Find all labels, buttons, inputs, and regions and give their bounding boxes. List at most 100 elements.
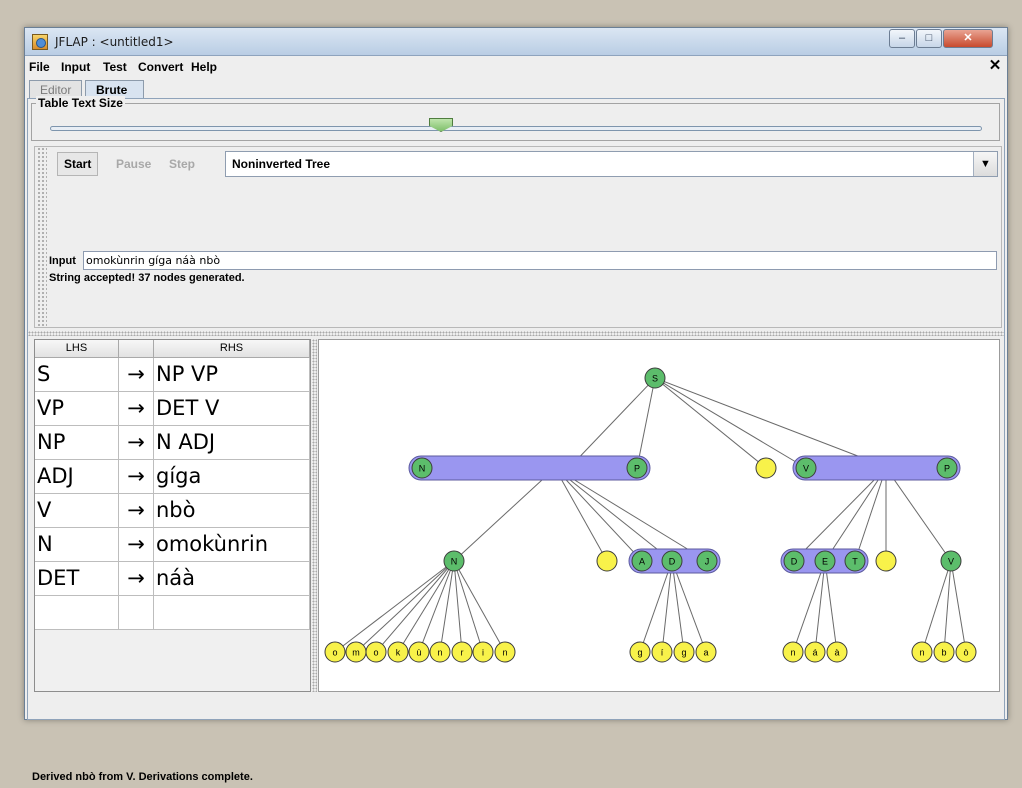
tree-node-empty <box>596 550 618 572</box>
tree-leaf-n-label: k <box>396 648 401 658</box>
tree-node-adj-label: A <box>639 557 645 567</box>
close-tab-icon[interactable]: ✕ <box>987 58 1003 75</box>
horizontal-split-divider[interactable] <box>28 331 1004 336</box>
grammar-row[interactable]: V → nbò <box>35 494 310 528</box>
grammar-row[interactable]: NP → N ADJ <box>35 426 310 460</box>
tree-leaf-det: n <box>782 641 804 663</box>
tree-edge <box>453 467 556 562</box>
chevron-down-icon[interactable]: ▼ <box>973 152 997 176</box>
arrow-cell[interactable]: → <box>119 494 154 528</box>
arrow-cell[interactable]: → <box>119 426 154 460</box>
tree-node-adj-label: J <box>705 557 710 567</box>
tree-node-np-n: N <box>411 457 433 479</box>
tree-node-vp-p: P <box>936 457 958 479</box>
menu-file[interactable]: File <box>29 60 50 74</box>
view-mode-dropdown[interactable]: Noninverted Tree ▼ <box>225 151 998 177</box>
tree-edge <box>943 560 952 653</box>
arrow-cell[interactable] <box>119 596 154 630</box>
tree-leaf-v: n <box>911 641 933 663</box>
menu-bar: File Input Test Convert Help ✕ <box>25 57 1007 77</box>
tree-node-s-label: S <box>652 374 658 384</box>
window-title: JFLAP : <untitled1> <box>55 35 174 49</box>
tree-node-v-label: V <box>948 557 954 567</box>
tree-leaf-adj: g <box>673 641 695 663</box>
rhs-cell[interactable]: nbò <box>154 494 310 528</box>
tree-edge <box>885 467 952 562</box>
grammar-row[interactable]: N → omokùnrin <box>35 528 310 562</box>
lhs-cell[interactable] <box>35 596 119 630</box>
tree-leaf-n: m <box>345 641 367 663</box>
menu-help[interactable]: Help <box>191 60 217 74</box>
grammar-row[interactable]: S → NP VP <box>35 358 310 392</box>
tree-leaf-n: o <box>324 641 346 663</box>
rhs-cell[interactable]: DET V <box>154 392 310 426</box>
tree-node-vp-v: V <box>795 457 817 479</box>
lhs-cell[interactable]: S <box>35 358 119 392</box>
title-bar[interactable]: JFLAP : <untitled1> – □ ✕ <box>25 28 1007 56</box>
rhs-cell[interactable]: náà <box>154 562 310 596</box>
brute-parser-panel: Table Text Size Start Pause Step Noninve… <box>27 96 1005 783</box>
start-button[interactable]: Start <box>57 152 99 176</box>
tree-leaf-v: ò <box>955 641 977 663</box>
lhs-column-header[interactable]: LHS <box>35 340 119 358</box>
arrow-cell[interactable]: → <box>119 528 154 562</box>
grammar-row[interactable]: ADJ → gíga <box>35 460 310 494</box>
rhs-cell[interactable]: NP VP <box>154 358 310 392</box>
lhs-cell[interactable]: VP <box>35 392 119 426</box>
lhs-cell[interactable]: V <box>35 494 119 528</box>
pause-button[interactable]: Pause <box>109 152 158 176</box>
tree-edge <box>397 560 455 653</box>
vertical-split-divider[interactable] <box>312 339 317 692</box>
rhs-cell[interactable]: N ADJ <box>154 426 310 460</box>
arrow-cell[interactable]: → <box>119 460 154 494</box>
rhs-cell[interactable]: omokùnrin <box>154 528 310 562</box>
tree-edge <box>671 560 685 653</box>
toolbar-grip-handle[interactable] <box>37 147 47 327</box>
close-icon: ✕ <box>963 32 973 44</box>
arrow-cell[interactable]: → <box>119 562 154 596</box>
tree-leaf-v: b <box>933 641 955 663</box>
step-button[interactable]: Step <box>162 152 202 176</box>
maximize-button[interactable]: □ <box>916 29 942 48</box>
text-size-slider-track[interactable] <box>50 126 982 131</box>
tree-edge <box>921 560 952 653</box>
rhs-column-header[interactable]: RHS <box>154 340 310 358</box>
lhs-cell[interactable]: N <box>35 528 119 562</box>
tree-edge <box>950 560 967 653</box>
tree-node-np-p: P <box>626 457 648 479</box>
rhs-cell[interactable] <box>154 596 310 630</box>
tree-edge <box>355 560 455 653</box>
tree-edge <box>654 377 807 469</box>
menu-test[interactable]: Test <box>103 60 127 74</box>
tree-leaf-n: o <box>365 641 387 663</box>
lhs-cell[interactable]: DET <box>35 562 119 596</box>
tree-leaf-v-label: ò <box>963 648 968 658</box>
grammar-row[interactable]: VP → DET V <box>35 392 310 426</box>
grammar-row[interactable]: DET → náà <box>35 562 310 596</box>
lhs-cell[interactable]: ADJ <box>35 460 119 494</box>
jflap-app-icon <box>32 34 48 50</box>
arrow-cell[interactable]: → <box>119 358 154 392</box>
window-close-button[interactable]: ✕ <box>943 29 993 48</box>
tree-node-det-label: T <box>852 557 858 567</box>
menu-convert[interactable]: Convert <box>138 60 183 74</box>
view-mode-value: Noninverted Tree <box>232 157 331 171</box>
parse-tree-panel: S N P V P N A D J D E T Vo m o k ù n r i n gíg a n á à n b ò <box>318 339 1000 692</box>
tree-node-empty <box>875 550 897 572</box>
tree-leaf-n: r <box>451 641 473 663</box>
arrow-cell[interactable]: → <box>119 392 154 426</box>
lhs-cell[interactable]: NP <box>35 426 119 460</box>
minimize-button[interactable]: – <box>889 29 915 48</box>
tree-node-empty-circle <box>596 550 618 572</box>
tree-edge <box>654 377 890 469</box>
grammar-row[interactable] <box>35 596 310 630</box>
menu-input[interactable]: Input <box>61 60 90 74</box>
input-string-field[interactable]: omokùnrin gíga náà nbò <box>83 251 997 270</box>
tree-leaf-adj-label: a <box>703 648 708 658</box>
rhs-cell[interactable]: gíga <box>154 460 310 494</box>
parse-tree: S N P V P N A D J D E T Vo m o k ù n r i n g í g a n á à n b ò <box>324 367 977 663</box>
table-text-size-group: Table Text Size <box>31 96 1000 141</box>
tree-leaf-n-label: r <box>461 648 464 658</box>
status-bar: Derived nbò from V. Derivations complete… <box>30 768 1008 788</box>
arrow-column-header[interactable] <box>119 340 154 358</box>
